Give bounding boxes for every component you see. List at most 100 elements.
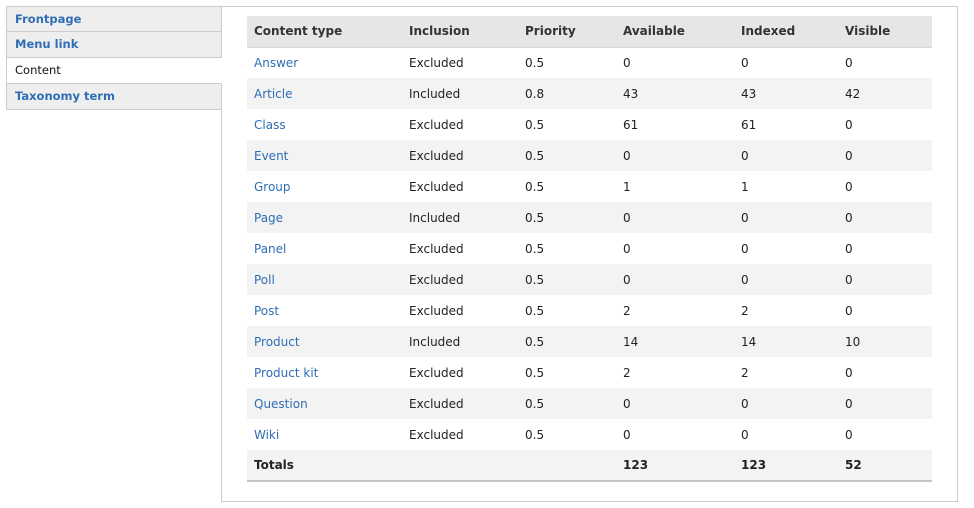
table-row: Class Excluded 0.5 61 61 0 [247, 109, 932, 140]
content-type-link[interactable]: Wiki [254, 428, 279, 442]
visible-cell: 0 [838, 109, 932, 140]
priority-cell: 0.5 [518, 419, 616, 450]
table-row: Poll Excluded 0.5 0 0 0 [247, 264, 932, 295]
inclusion-cell: Included [402, 202, 518, 233]
totals-inclusion [402, 450, 518, 482]
column-header-indexed: Indexed [734, 16, 838, 48]
visible-cell: 0 [838, 388, 932, 419]
available-cell: 0 [616, 264, 734, 295]
content-type-link[interactable]: Class [254, 118, 286, 132]
content-type-cell: Page [247, 202, 402, 233]
table-row: Question Excluded 0.5 0 0 0 [247, 388, 932, 419]
tab-menu-link[interactable]: Menu link [6, 32, 222, 58]
inclusion-cell: Excluded [402, 357, 518, 388]
priority-cell: 0.5 [518, 140, 616, 171]
visible-cell: 0 [838, 264, 932, 295]
content-type-link[interactable]: Article [254, 87, 293, 101]
available-cell: 1 [616, 171, 734, 202]
content-type-link[interactable]: Poll [254, 273, 275, 287]
priority-cell: 0.5 [518, 326, 616, 357]
column-header-visible: Visible [838, 16, 932, 48]
content-types-table: Content type Inclusion Priority Availabl… [247, 16, 932, 482]
table-row: Panel Excluded 0.5 0 0 0 [247, 233, 932, 264]
inclusion-cell: Excluded [402, 233, 518, 264]
totals-label: Totals [247, 450, 402, 482]
column-header-content-type: Content type [247, 16, 402, 48]
tab-frontpage[interactable]: Frontpage [6, 6, 222, 32]
content-type-link[interactable]: Product [254, 335, 300, 349]
column-header-inclusion: Inclusion [402, 16, 518, 48]
content-type-cell: Product kit [247, 357, 402, 388]
available-cell: 2 [616, 357, 734, 388]
inclusion-cell: Excluded [402, 264, 518, 295]
content-type-cell: Class [247, 109, 402, 140]
priority-cell: 0.5 [518, 264, 616, 295]
visible-cell: 0 [838, 233, 932, 264]
totals-priority [518, 450, 616, 482]
visible-cell: 0 [838, 140, 932, 171]
available-cell: 2 [616, 295, 734, 326]
priority-cell: 0.5 [518, 171, 616, 202]
priority-cell: 0.5 [518, 357, 616, 388]
table-row: Group Excluded 0.5 1 1 0 [247, 171, 932, 202]
table-row: Product Included 0.5 14 14 10 [247, 326, 932, 357]
indexed-cell: 0 [734, 233, 838, 264]
priority-cell: 0.5 [518, 202, 616, 233]
priority-cell: 0.5 [518, 388, 616, 419]
table-header-row: Content type Inclusion Priority Availabl… [247, 16, 932, 48]
table-row: Post Excluded 0.5 2 2 0 [247, 295, 932, 326]
inclusion-cell: Excluded [402, 140, 518, 171]
vertical-tabs: Frontpage Menu link Content Taxonomy ter… [6, 6, 222, 110]
content-type-link[interactable]: Event [254, 149, 288, 163]
table-body: Answer Excluded 0.5 0 0 0 Article Included 0.8 43… [247, 47, 932, 450]
tab-panel-content: Content type Inclusion Priority Availabl… [221, 6, 958, 502]
indexed-cell: 2 [734, 357, 838, 388]
priority-cell: 0.8 [518, 78, 616, 109]
content-type-link[interactable]: Group [254, 180, 291, 194]
totals-available: 123 [616, 450, 734, 482]
indexed-cell: 0 [734, 202, 838, 233]
table-row: Article Included 0.8 43 43 42 [247, 78, 932, 109]
priority-cell: 0.5 [518, 47, 616, 78]
table-row: Event Excluded 0.5 0 0 0 [247, 140, 932, 171]
visible-cell: 0 [838, 295, 932, 326]
inclusion-cell: Excluded [402, 171, 518, 202]
content-type-cell: Wiki [247, 419, 402, 450]
visible-cell: 0 [838, 357, 932, 388]
content-type-link[interactable]: Answer [254, 56, 298, 70]
tab-taxonomy-term[interactable]: Taxonomy term [6, 84, 222, 110]
visible-cell: 10 [838, 326, 932, 357]
content-type-cell: Post [247, 295, 402, 326]
indexed-cell: 1 [734, 171, 838, 202]
visible-cell: 0 [838, 171, 932, 202]
content-type-cell: Event [247, 140, 402, 171]
available-cell: 61 [616, 109, 734, 140]
available-cell: 43 [616, 78, 734, 109]
content-type-link[interactable]: Post [254, 304, 279, 318]
available-cell: 0 [616, 233, 734, 264]
inclusion-cell: Excluded [402, 419, 518, 450]
column-header-priority: Priority [518, 16, 616, 48]
indexed-cell: 0 [734, 419, 838, 450]
inclusion-cell: Excluded [402, 388, 518, 419]
table-row: Wiki Excluded 0.5 0 0 0 [247, 419, 932, 450]
table-row: Page Included 0.5 0 0 0 [247, 202, 932, 233]
available-cell: 0 [616, 419, 734, 450]
priority-cell: 0.5 [518, 109, 616, 140]
indexed-cell: 14 [734, 326, 838, 357]
column-header-available: Available [616, 16, 734, 48]
content-type-cell: Article [247, 78, 402, 109]
indexed-cell: 0 [734, 140, 838, 171]
visible-cell: 42 [838, 78, 932, 109]
indexed-cell: 61 [734, 109, 838, 140]
tab-content[interactable]: Content [6, 58, 222, 84]
visible-cell: 0 [838, 419, 932, 450]
indexed-cell: 2 [734, 295, 838, 326]
content-type-link[interactable]: Panel [254, 242, 286, 256]
content-type-link[interactable]: Question [254, 397, 308, 411]
inclusion-cell: Excluded [402, 109, 518, 140]
content-type-link[interactable]: Page [254, 211, 283, 225]
content-type-link[interactable]: Product kit [254, 366, 318, 380]
inclusion-cell: Excluded [402, 47, 518, 78]
inclusion-cell: Included [402, 78, 518, 109]
